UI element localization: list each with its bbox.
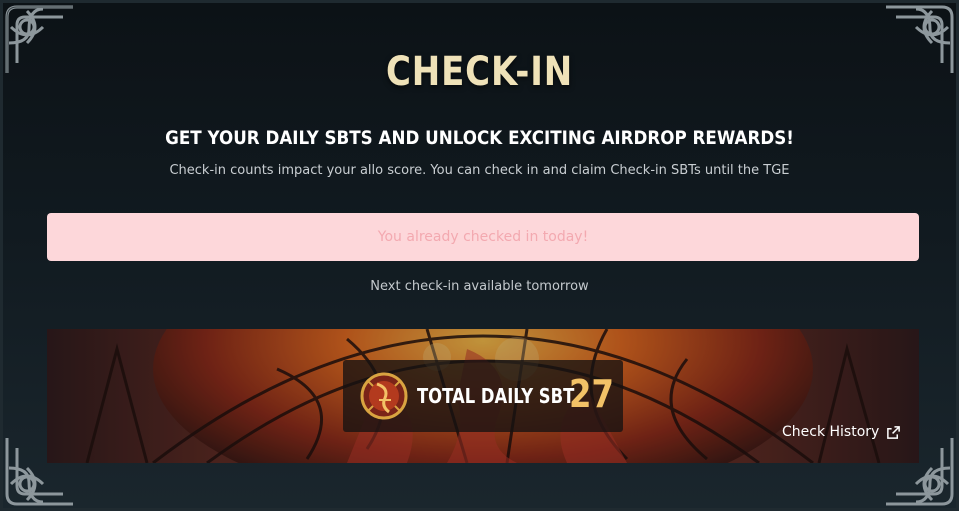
- total-sbt-label: TOTAL DAILY SBT: [417, 384, 575, 408]
- page-subtitle: GET YOUR DAILY SBTS AND UNLOCK EXCITING …: [165, 127, 794, 149]
- page-description: Check-in counts impact your allo score. …: [169, 163, 790, 178]
- total-sbt-card: TOTAL DAILY SBT 27: [343, 360, 623, 432]
- checkin-panel: CHECK-IN GET YOUR DAILY SBTS AND UNLOCK …: [0, 0, 959, 511]
- check-history-link[interactable]: Check History: [782, 424, 901, 440]
- total-sbt-value: 27: [569, 372, 614, 416]
- checkin-status-label: You already checked in today!: [377, 229, 589, 245]
- check-history-label: Check History: [782, 424, 880, 440]
- page-title: CHECK-IN: [385, 49, 573, 95]
- dragon-emblem-icon: [360, 372, 408, 420]
- next-checkin-text: Next check-in available tomorrow: [370, 279, 589, 294]
- corner-knot-icon: [886, 5, 954, 73]
- sbt-banner: TOTAL DAILY SBT 27 Check History: [47, 329, 919, 463]
- corner-knot-icon: [5, 5, 73, 73]
- external-link-icon: [887, 425, 901, 439]
- checkin-status-button[interactable]: You already checked in today!: [47, 213, 919, 261]
